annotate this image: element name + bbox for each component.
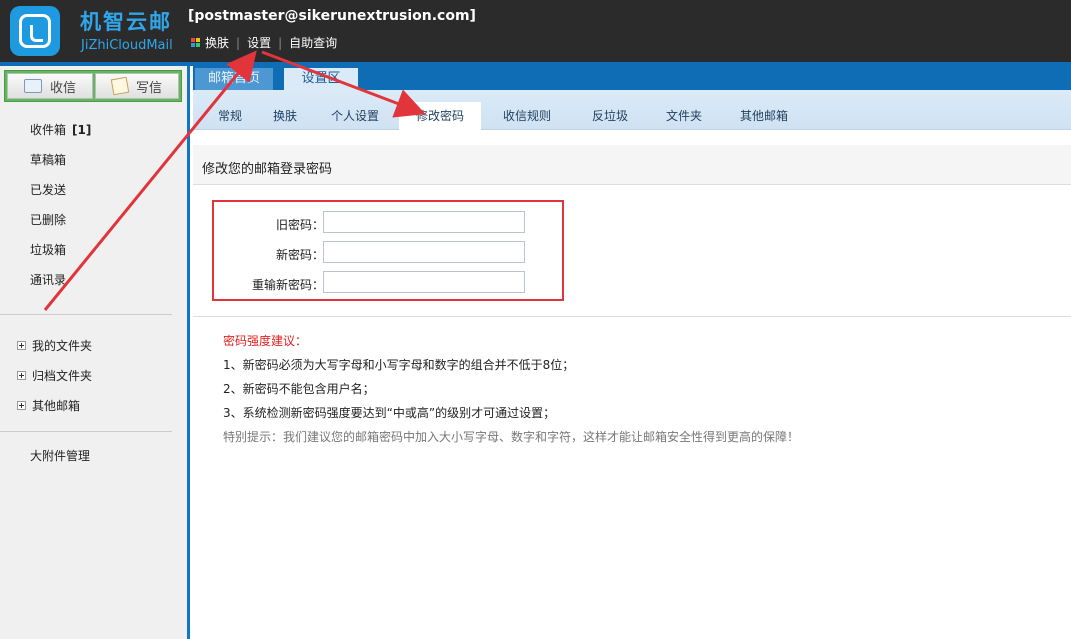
tree-my-folders[interactable]: 我的文件夹: [17, 330, 92, 360]
folder-junk[interactable]: 垃圾箱: [30, 242, 91, 272]
brand-name-en: JiZhiCloudMail: [81, 38, 173, 53]
tab-mail-home[interactable]: 邮箱首页: [195, 68, 273, 90]
large-attachment-link[interactable]: 大附件管理: [30, 447, 90, 464]
repeat-password-label: 重输新密码：: [251, 278, 324, 292]
skin-icon: [191, 37, 201, 48]
section-header: 修改您的邮箱登录密码: [193, 145, 1071, 185]
tree-label: 其他邮箱: [32, 398, 81, 413]
tips-title: 密码强度建议：: [223, 334, 308, 348]
mail-action-bar: 收信 写信: [4, 70, 182, 102]
tab-settings[interactable]: 设置区: [284, 68, 358, 90]
folder-label: 草稿箱: [30, 153, 67, 167]
subtab-mail-rules[interactable]: 收信规则: [503, 107, 551, 124]
nav-divider: |: [278, 35, 283, 50]
top-header: 机智云邮 JiZhiCloudMail [postmaster@sikerune…: [0, 0, 1071, 62]
unread-count: [1]: [72, 123, 92, 137]
repeat-password-row: 重输新密码：: [214, 271, 564, 295]
nav-divider: |: [236, 35, 241, 50]
subtab-other-mailboxes[interactable]: 其他邮箱: [740, 107, 788, 124]
subtab-skin[interactable]: 换肤: [273, 107, 297, 124]
subtab-anti-spam[interactable]: 反垃圾: [592, 107, 628, 124]
inbox-icon: [23, 79, 42, 93]
old-password-row: 旧密码：: [214, 211, 564, 235]
tip-line: 2、新密码不能包含用户名；: [223, 382, 375, 396]
settings-sub-tabs: 常规 换肤 个人设置 修改密码 收信规则 反垃圾 文件夹 其他邮箱: [193, 90, 1071, 130]
expand-icon[interactable]: [17, 400, 26, 410]
subtab-change-password[interactable]: 修改密码: [399, 102, 481, 130]
sidebar: 收信 写信 收件箱 [1] 草稿箱 已发送 已删除 垃圾箱 通讯录 我的文件夹 归…: [0, 66, 190, 639]
folder-label: 通讯录: [30, 273, 67, 287]
compose-label: 写信: [135, 80, 162, 96]
section-title: 修改您的邮箱登录密码: [202, 162, 333, 177]
folder-deleted[interactable]: 已删除: [30, 212, 91, 242]
old-password-label: 旧密码：: [275, 218, 324, 232]
folder-label: 已发送: [30, 183, 67, 197]
new-password-input[interactable]: [323, 241, 525, 263]
folder-inbox[interactable]: 收件箱 [1]: [30, 122, 91, 152]
tip-line: 3、系统检测新密码强度要达到“中或高”的级别才可通过设置；: [223, 406, 556, 420]
repeat-password-input[interactable]: [323, 271, 525, 293]
expand-icon[interactable]: [17, 370, 26, 380]
folder-sent[interactable]: 已发送: [30, 182, 91, 212]
folder-label: 已删除: [30, 213, 67, 227]
password-form: 旧密码： 新密码： 重输新密码：: [212, 200, 564, 301]
tree-other-mailboxes[interactable]: 其他邮箱: [17, 390, 92, 420]
folder-label: 垃圾箱: [30, 243, 67, 257]
pencil-icon: [110, 76, 130, 96]
folder-label: 收件箱: [30, 123, 67, 137]
new-password-label: 新密码：: [275, 248, 324, 262]
subtab-personal[interactable]: 个人设置: [331, 107, 379, 124]
logo-icon: [10, 6, 60, 56]
old-password-input[interactable]: [323, 211, 525, 233]
sidebar-divider: [0, 431, 172, 432]
nav-self-service-link[interactable]: 自助查询: [289, 34, 337, 51]
folder-tree: 我的文件夹 归档文件夹 其他邮箱: [17, 330, 92, 420]
account-email: [postmaster@sikerunextrusion.com]: [188, 8, 476, 24]
main-tab-bar: 邮箱首页 设置区: [193, 66, 1071, 90]
expand-icon[interactable]: [17, 340, 26, 350]
folder-drafts[interactable]: 草稿箱: [30, 152, 91, 182]
password-tips: 密码强度建议： 1、新密码必须为大写字母和小写字母和数字的组合并不低于8位； 2…: [223, 332, 799, 452]
tree-label: 我的文件夹: [32, 338, 93, 353]
nav-skin-link[interactable]: 换肤: [205, 34, 229, 51]
receive-button[interactable]: 收信: [7, 73, 93, 99]
compose-button[interactable]: 写信: [95, 73, 179, 99]
receive-label: 收信: [49, 80, 76, 96]
sidebar-divider: [0, 314, 172, 315]
new-password-row: 新密码：: [214, 241, 564, 265]
tip-line: 1、新密码必须为大写字母和小写字母和数字的组合并不低于8位；: [223, 358, 575, 372]
content-divider: [193, 316, 1071, 317]
nav-settings-link[interactable]: 设置: [247, 34, 271, 51]
top-nav: 换肤 | 设置 | 自助查询: [191, 34, 337, 51]
folder-list: 收件箱 [1] 草稿箱 已发送 已删除 垃圾箱 通讯录: [30, 122, 91, 302]
tips-note: 特别提示：我们建议您的邮箱密码中加入大小写字母、数字和字符，这样才能让邮箱安全性…: [223, 430, 800, 444]
brand-name: 机智云邮: [80, 10, 172, 34]
subtab-folders[interactable]: 文件夹: [666, 107, 702, 124]
tree-archive-folders[interactable]: 归档文件夹: [17, 360, 92, 390]
tree-label: 归档文件夹: [32, 368, 93, 383]
subtab-general[interactable]: 常规: [218, 107, 242, 124]
folder-contacts[interactable]: 通讯录: [30, 272, 91, 302]
